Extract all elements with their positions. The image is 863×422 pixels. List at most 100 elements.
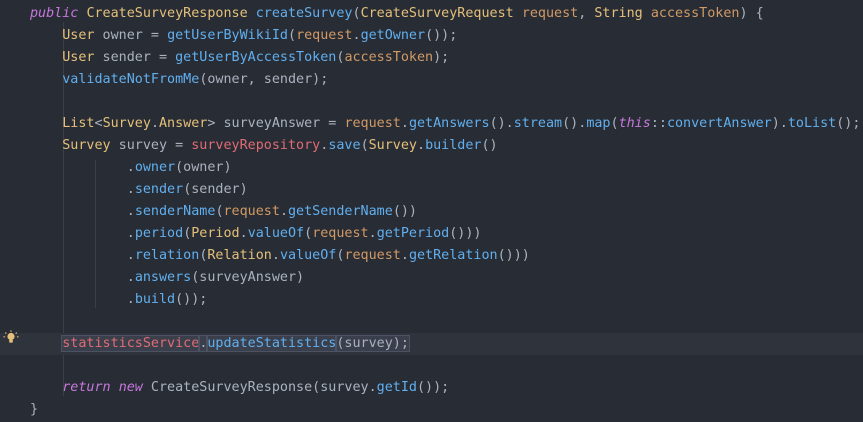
code-token: getPeriod: [376, 226, 450, 241]
code-token: User: [62, 50, 95, 65]
code-token: Survey: [368, 138, 417, 153]
code-token: .: [30, 160, 135, 175]
code-token: toList: [787, 116, 837, 131]
code-token: owner: [134, 160, 176, 175]
code-token: Period: [191, 226, 240, 241]
code-token: User: [62, 28, 95, 43]
code-token: (surveyAnswer): [191, 270, 305, 285]
code-token: ().: [489, 116, 514, 131]
code-line-text: .relation(Relation.valueOf(request.getRe…: [30, 245, 530, 267]
code-token: .: [30, 270, 135, 285]
code-token: .: [30, 182, 135, 197]
code-token: .: [400, 248, 409, 263]
code-token: ).: [771, 116, 788, 131]
code-token: getUserByAccessToken: [175, 50, 337, 65]
code-line[interactable]: Survey survey = surveyRepository.save(Su…: [0, 135, 863, 157]
code-token: .: [30, 292, 135, 307]
lightbulb-icon[interactable]: [3, 330, 19, 346]
code-token: .: [417, 138, 426, 153]
code-token: request: [312, 226, 369, 241]
code-token: CreateSurveyResponse: [86, 6, 248, 21]
code-token: .: [30, 226, 135, 241]
code-token: .: [352, 28, 361, 43]
code-token: ,: [578, 6, 595, 21]
code-token: sender =: [94, 50, 176, 65]
code-token: (survey);: [335, 335, 410, 352]
code-token: CreateSurveyRequest: [360, 6, 514, 21]
code-line[interactable]: [0, 311, 863, 333]
code-token: ())): [497, 248, 530, 263]
code-token: (owner, sender);: [199, 72, 329, 87]
code-token: createSurvey: [255, 6, 353, 21]
code-line-text: }: [30, 399, 38, 421]
code-line[interactable]: User sender = getUserByAccessToken(acces…: [0, 47, 863, 69]
code-editor[interactable]: public CreateSurveyResponse createSurvey…: [0, 0, 863, 422]
code-line[interactable]: statisticsService.updateStatistics(surve…: [0, 333, 863, 355]
code-token: Relation: [207, 248, 272, 263]
code-line-text: return new CreateSurveyResponse(survey.g…: [30, 377, 449, 399]
code-line[interactable]: return new CreateSurveyResponse(survey.g…: [0, 377, 863, 399]
code-line-text: .answers(surveyAnswer): [30, 267, 304, 289]
code-token: answers: [134, 270, 192, 285]
code-token: List: [62, 116, 95, 131]
code-token: getUserByWikiId: [167, 28, 288, 43]
code-token: relation: [134, 248, 200, 263]
code-token: stream: [513, 116, 563, 131]
code-token: new: [118, 380, 143, 395]
code-token: ();: [836, 116, 861, 131]
code-token: );: [433, 50, 450, 65]
code-token: getOwner: [360, 28, 426, 43]
code-line[interactable]: User owner = getUserByWikiId(request.get…: [0, 25, 863, 47]
code-line-text: statisticsService.updateStatistics(surve…: [30, 333, 410, 355]
code-line[interactable]: .owner(owner): [0, 157, 863, 179]
code-token: ());: [175, 292, 208, 307]
code-token: (sender): [183, 182, 248, 197]
code-token: .: [271, 248, 280, 263]
code-token: updateStatistics: [206, 335, 338, 352]
code-token: ());: [416, 380, 450, 395]
code-token: > surveyAnswer =: [207, 116, 345, 131]
code-line[interactable]: .senderName(request.getSenderName()): [0, 201, 863, 223]
code-line[interactable]: .sender(sender): [0, 179, 863, 201]
code-token: request: [521, 6, 579, 21]
code-line[interactable]: .relation(Relation.valueOf(request.getRe…: [0, 245, 863, 267]
code-token: (: [304, 226, 313, 241]
code-token: validateNotFromMe: [62, 72, 200, 87]
code-token: (: [288, 28, 297, 43]
code-token: surveyRepository: [191, 138, 321, 153]
code-token: accessToken: [344, 50, 434, 65]
code-token: String: [594, 6, 643, 21]
code-line[interactable]: public CreateSurveyResponse createSurvey…: [0, 3, 863, 25]
code-token: ) {: [739, 6, 764, 21]
code-token: save: [328, 138, 361, 153]
code-line-text: .owner(owner): [30, 157, 232, 179]
code-token: accessToken: [650, 6, 740, 21]
code-token: period: [134, 226, 184, 241]
code-line-text: .senderName(request.getSenderName()): [30, 201, 417, 223]
code-token: (: [360, 138, 369, 153]
code-line[interactable]: .period(Period.valueOf(request.getPeriod…: [0, 223, 863, 245]
code-line[interactable]: [0, 355, 863, 377]
code-token: getRelation: [408, 248, 498, 263]
code-token: survey =: [110, 138, 192, 153]
code-token: ().: [562, 116, 587, 131]
code-line[interactable]: .build());: [0, 289, 863, 311]
code-line-text: .sender(sender): [30, 179, 248, 201]
code-token: getSenderName: [288, 204, 393, 219]
code-token: request: [223, 204, 280, 219]
code-line[interactable]: [0, 91, 863, 113]
code-line[interactable]: validateNotFromMe(owner, sender);: [0, 69, 863, 91]
code-line-text: .period(Period.valueOf(request.getPeriod…: [30, 223, 482, 245]
code-line-text: Survey survey = surveyRepository.save(Su…: [30, 135, 497, 157]
code-line[interactable]: }: [0, 399, 863, 421]
code-line[interactable]: List<Survey.Answer> surveyAnswer = reque…: [0, 113, 863, 135]
code-token: .: [368, 226, 377, 241]
code-line[interactable]: .answers(surveyAnswer): [0, 267, 863, 289]
